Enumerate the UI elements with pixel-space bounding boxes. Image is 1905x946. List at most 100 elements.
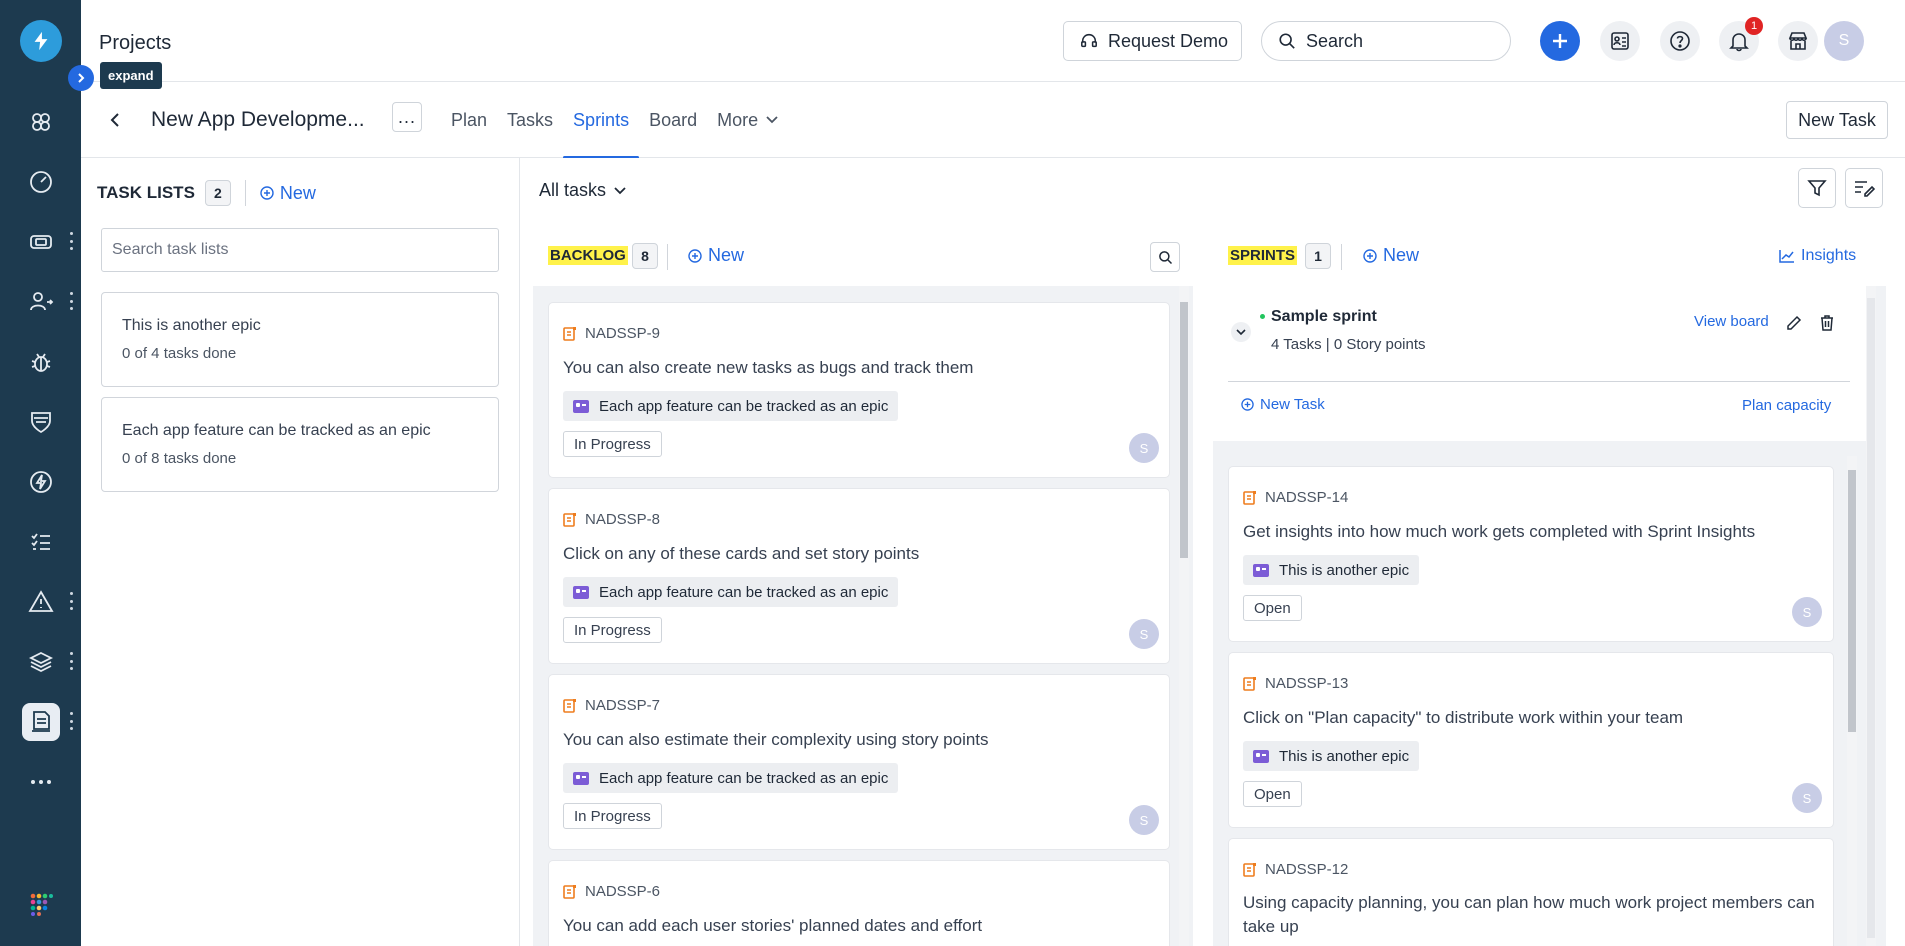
rail-item-menu-icon[interactable]	[68, 292, 74, 310]
lightning-circle-icon[interactable]	[22, 463, 60, 501]
user-swap-icon[interactable]	[22, 283, 60, 321]
task-epic-tag[interactable]: Each app feature can be tracked as an ep…	[563, 763, 899, 793]
layers-icon[interactable]	[22, 643, 60, 681]
new-task-list-button[interactable]: New	[260, 183, 316, 204]
plan-capacity-link[interactable]: Plan capacity	[1742, 397, 1831, 414]
project-more-button[interactable]: ...	[392, 102, 422, 132]
task-title: You can also estimate their complexity u…	[563, 730, 989, 749]
task-card[interactable]: NADSSP-12 Using capacity planning, you c…	[1228, 838, 1834, 946]
assignee-avatar[interactable]: S	[1129, 433, 1159, 463]
task-status-badge[interactable]: In Progress	[563, 803, 662, 829]
tab-sprints[interactable]: Sprints	[563, 82, 640, 159]
task-card[interactable]: NADSSP-8 Click on any of these cards and…	[548, 488, 1170, 664]
scroll-thumb[interactable]	[1867, 298, 1875, 938]
sprint-cards-scrollbar[interactable]	[1847, 456, 1857, 946]
task-status-badge[interactable]: In Progress	[563, 617, 662, 643]
assignee-avatar[interactable]: S	[1129, 805, 1159, 835]
request-demo-label: Request Demo	[1108, 30, 1229, 51]
divider	[667, 244, 668, 270]
backlog-search-button[interactable]	[1150, 242, 1180, 272]
bulk-edit-button[interactable]	[1845, 168, 1883, 208]
tab-more[interactable]: More	[707, 82, 788, 158]
task-epic-tag[interactable]: This is another epic	[1243, 741, 1420, 771]
shield-icon[interactable]	[22, 403, 60, 441]
task-list-item[interactable]: Each app feature can be tracked as an ep…	[101, 397, 499, 492]
freshworks-logo-icon[interactable]	[20, 20, 62, 62]
notifications-button[interactable]: 1	[1719, 17, 1763, 61]
request-demo-button[interactable]: Request Demo	[1063, 21, 1242, 61]
task-id: NADSSP-12	[1265, 861, 1349, 878]
quick-create-button[interactable]	[1540, 21, 1580, 61]
app-switcher-icon[interactable]	[22, 885, 60, 923]
scroll-thumb[interactable]	[1848, 470, 1856, 732]
expand-sidebar-button[interactable]	[68, 65, 94, 91]
task-list-name: Each app feature can be tracked as an ep…	[122, 422, 431, 439]
task-card[interactable]: NADSSP-9 You can also create new tasks a…	[548, 302, 1170, 478]
checklist-icon[interactable]	[22, 523, 60, 561]
marketplace-button[interactable]	[1778, 21, 1818, 61]
task-id: NADSSP-14	[1265, 489, 1349, 506]
task-card[interactable]: NADSSP-13 Click on "Plan capacity" to di…	[1228, 652, 1834, 828]
new-task-button[interactable]: New Task	[1786, 101, 1888, 139]
task-epic-label: Each app feature can be tracked as an ep…	[599, 397, 889, 415]
task-card[interactable]: NADSSP-6 You can add each user stories' …	[548, 860, 1170, 946]
collapse-sprint-button[interactable]	[1231, 322, 1251, 342]
rail-item-menu-icon[interactable]	[68, 652, 74, 670]
headset-icon	[1081, 33, 1097, 48]
assignee-avatar[interactable]: S	[1792, 783, 1822, 813]
plus-circle-icon	[688, 248, 702, 263]
task-epic-tag[interactable]: This is another epic	[1243, 555, 1420, 585]
sprint-new-task-button[interactable]: New Task	[1241, 396, 1325, 413]
tab-plan[interactable]: Plan	[441, 82, 497, 158]
task-epic-label: This is another epic	[1279, 561, 1410, 579]
edit-pencil-icon[interactable]	[1786, 315, 1802, 331]
chevron-down-icon	[614, 186, 626, 194]
task-status-badge[interactable]: In Progress	[563, 431, 662, 457]
warning-icon[interactable]	[22, 583, 60, 621]
filter-button[interactable]	[1798, 168, 1836, 208]
task-epic-tag[interactable]: Each app feature can be tracked as an ep…	[563, 577, 899, 607]
left-rail	[0, 0, 81, 946]
dashboard-gauge-icon[interactable]	[22, 163, 60, 201]
task-list-search-input[interactable]	[101, 228, 499, 272]
bug-icon[interactable]	[22, 343, 60, 381]
edit-list-icon	[1855, 181, 1875, 197]
rail-item-menu-icon[interactable]	[68, 592, 74, 610]
insights-label: Insights	[1801, 247, 1857, 264]
task-filter-dropdown[interactable]: All tasks	[539, 180, 626, 201]
projects-icon[interactable]	[22, 703, 60, 741]
user-avatar[interactable]: S	[1824, 21, 1864, 61]
project-nav: New App Developme... ... Plan Tasks Spri…	[81, 82, 1905, 159]
task-filter-label: All tasks	[539, 180, 607, 200]
task-list-item[interactable]: This is another epic 0 of 4 tasks done	[101, 292, 499, 387]
assignee-avatar[interactable]: S	[1792, 597, 1822, 627]
new-backlog-task-button[interactable]: New	[688, 245, 744, 266]
task-status-badge[interactable]: Open	[1243, 781, 1302, 807]
trash-icon[interactable]	[1820, 315, 1834, 331]
tab-board[interactable]: Board	[639, 82, 707, 158]
scroll-thumb[interactable]	[1180, 302, 1188, 558]
help-button[interactable]	[1660, 21, 1700, 61]
assignee-avatar[interactable]: S	[1129, 619, 1159, 649]
task-epic-label: This is another epic	[1279, 747, 1410, 765]
task-status-badge[interactable]: Open	[1243, 595, 1302, 621]
sprints-scrollbar[interactable]	[1866, 286, 1876, 946]
backlog-scrollbar[interactable]	[1179, 286, 1189, 946]
task-epic-tag[interactable]: Each app feature can be tracked as an ep…	[563, 391, 899, 421]
contacts-card-button[interactable]	[1600, 21, 1640, 61]
sprint-name: Sample sprint	[1271, 308, 1377, 325]
rail-item-menu-icon[interactable]	[68, 712, 74, 730]
new-sprint-button[interactable]: New	[1363, 245, 1419, 266]
graph-icon[interactable]	[22, 103, 60, 141]
more-apps-icon[interactable]	[22, 763, 60, 801]
task-card[interactable]: NADSSP-7 You can also estimate their com…	[548, 674, 1170, 850]
view-board-link[interactable]: View board	[1694, 313, 1769, 330]
rail-item-menu-icon[interactable]	[68, 232, 74, 250]
back-button[interactable]	[103, 108, 127, 132]
insights-button[interactable]: Insights	[1779, 247, 1856, 265]
ticket-icon[interactable]	[22, 223, 60, 261]
task-card[interactable]: NADSSP-14 Get insights into how much wor…	[1228, 466, 1834, 642]
global-search-button[interactable]: Search	[1261, 21, 1511, 61]
chart-line-icon	[1779, 250, 1794, 263]
tab-tasks[interactable]: Tasks	[497, 82, 563, 158]
